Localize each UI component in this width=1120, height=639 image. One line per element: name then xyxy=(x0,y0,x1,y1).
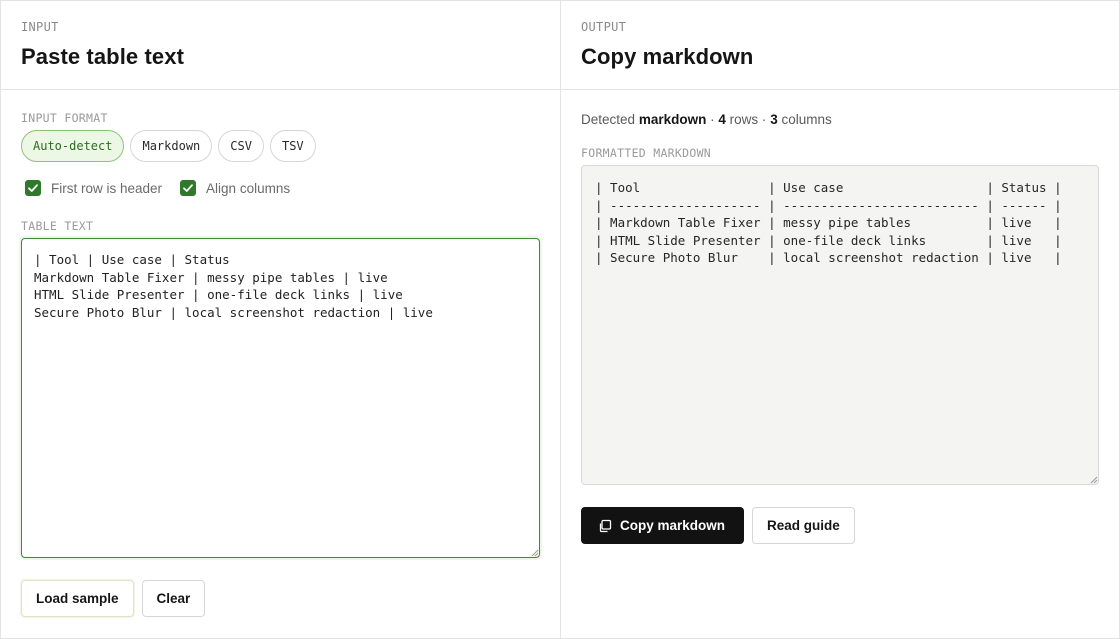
resize-grip-icon[interactable] xyxy=(1090,476,1098,484)
input-format-label: INPUT FORMAT xyxy=(21,111,108,125)
check-icon[interactable] xyxy=(25,180,41,196)
rows-word: rows xyxy=(729,112,759,127)
output-title: Copy markdown xyxy=(581,44,754,69)
align-columns-option[interactable]: Align columns xyxy=(180,180,290,196)
check-icon[interactable] xyxy=(180,180,197,196)
format-chip-auto-detect[interactable]: Auto-detect xyxy=(21,130,125,162)
output-panel: OUTPUT Copy markdown Detected markdown ·… xyxy=(561,1,1119,638)
output-panel-body: Detected markdown · 4 rows · 3 columns F… xyxy=(561,90,1119,639)
copy-markdown-button[interactable]: Copy markdown xyxy=(581,507,745,544)
load-sample-button[interactable]: Load sample xyxy=(21,580,134,617)
align-columns-label: Align columns xyxy=(206,180,291,196)
output-actions: Copy markdown Read guide xyxy=(581,507,855,544)
rows-count: 4 xyxy=(718,112,726,127)
input-title: Paste table text xyxy=(21,44,185,69)
first-row-header-label: First row is header xyxy=(51,180,163,196)
input-actions: Load sample Clear xyxy=(21,580,206,617)
table-text-label: TABLE TEXT xyxy=(21,219,94,233)
format-chip-csv[interactable]: CSV xyxy=(218,130,264,162)
columns-word: columns xyxy=(781,112,832,127)
columns-count: 3 xyxy=(770,112,778,127)
output-panel-header: OUTPUT Copy markdown xyxy=(561,1,1119,90)
input-panel-body: INPUT FORMAT Auto-detect Markdown CSV TS… xyxy=(1,90,560,639)
table-text-input[interactable]: | Tool | Use case | Status Markdown Tabl… xyxy=(21,238,540,558)
clear-button[interactable]: Clear xyxy=(141,580,206,617)
input-panel: INPUT Paste table text INPUT FORMAT Auto… xyxy=(1,1,561,638)
options-row: First row is header Align columns xyxy=(25,180,290,196)
copy-icon xyxy=(599,519,612,532)
formatted-markdown-output[interactable]: | Tool | Use case | Status | | ---------… xyxy=(581,165,1099,485)
read-guide-button[interactable]: Read guide xyxy=(752,507,855,544)
detected-format: markdown xyxy=(638,112,707,127)
format-chip-tsv[interactable]: TSV xyxy=(269,130,316,162)
input-panel-header: INPUT Paste table text xyxy=(1,1,560,90)
copy-markdown-label: Copy markdown xyxy=(620,518,726,533)
resize-grip-icon[interactable] xyxy=(531,549,539,557)
table-formatter-app: INPUT Paste table text INPUT FORMAT Auto… xyxy=(0,0,1120,639)
format-chip-group: Auto-detect Markdown CSV TSV xyxy=(21,130,316,162)
formatted-markdown-label: FORMATTED MARKDOWN xyxy=(581,146,712,160)
detected-prefix: Detected xyxy=(581,112,636,127)
detection-summary: Detected markdown · 4 rows · 3 columns xyxy=(581,112,832,127)
first-row-header-option[interactable]: First row is header xyxy=(25,180,162,196)
output-eyebrow: OUTPUT xyxy=(581,20,627,34)
input-eyebrow: INPUT xyxy=(21,20,59,34)
format-chip-markdown[interactable]: Markdown xyxy=(130,130,213,162)
